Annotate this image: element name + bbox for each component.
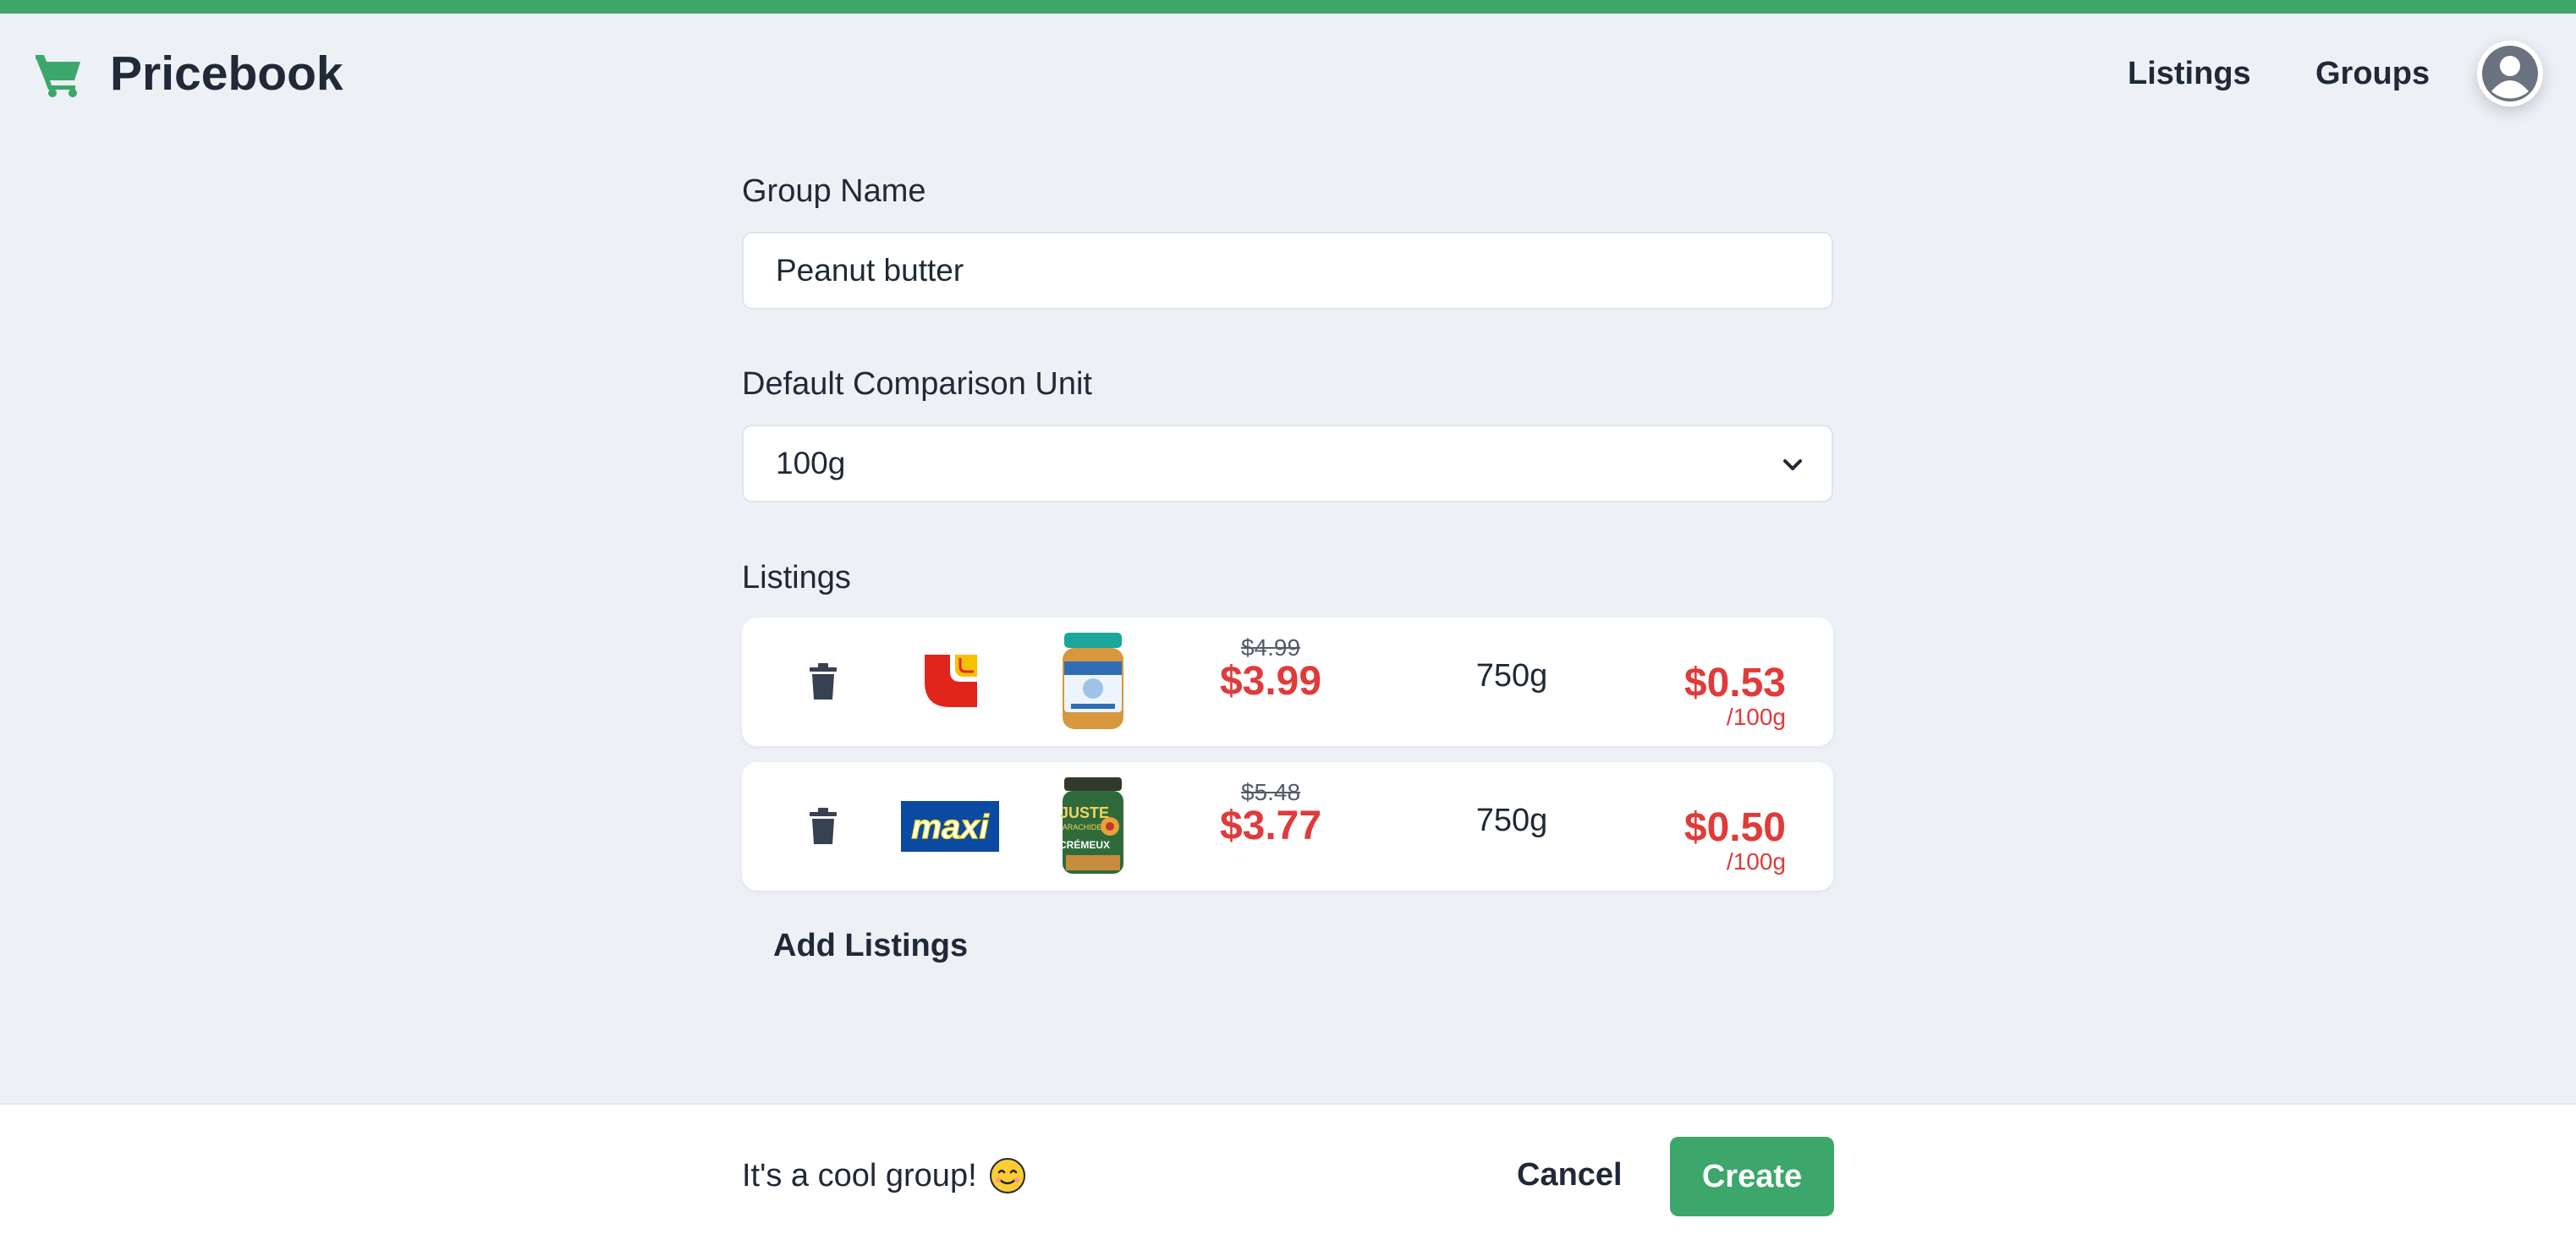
- maxi-logo-text: maxi: [911, 809, 989, 846]
- product-label-text: ARACHIDES: [1063, 823, 1107, 831]
- smiling-face-icon: [989, 1158, 1025, 1193]
- listing-size: 750g: [1475, 803, 1548, 838]
- product-label-text: CRÉMEUX: [1059, 838, 1110, 851]
- trash-icon[interactable]: [808, 663, 838, 700]
- cancel-button[interactable]: Cancel: [1517, 1157, 1623, 1193]
- trash-icon[interactable]: [808, 808, 838, 845]
- group-name-input[interactable]: Peanut butter: [742, 232, 1833, 310]
- comparison-unit-label: Default Comparison Unit: [742, 366, 1092, 402]
- user-avatar-button[interactable]: [2477, 41, 2543, 107]
- footer-message: It's a cool group!: [742, 1157, 1026, 1194]
- app-title: Pricebook: [110, 47, 343, 101]
- listing-unit-label: /100g: [1726, 704, 1786, 730]
- comparison-unit-value: 100g: [776, 446, 846, 480]
- listing-unit-price: $0.53: [1683, 661, 1786, 705]
- listing-size: 750g: [1475, 658, 1548, 694]
- user-avatar-icon: [2482, 46, 2538, 102]
- create-button[interactable]: Create: [1670, 1137, 1834, 1216]
- nav-listings-link[interactable]: Listings: [2128, 44, 2251, 103]
- group-name-label: Group Name: [742, 173, 926, 209]
- add-listings-button[interactable]: Add Listings: [773, 928, 968, 964]
- peanut-butter-jar-image: [1063, 633, 1123, 729]
- brand[interactable]: Pricebook: [34, 44, 343, 103]
- shopping-cart-icon: [36, 55, 80, 97]
- listing-sale-price: $3.99: [1219, 659, 1322, 704]
- comparison-unit-select[interactable]: 100g: [742, 425, 1833, 502]
- peanut-butter-jar-image: JUSTE ARACHIDES CRÉMEUX: [1059, 777, 1123, 874]
- listings-label: Listings: [742, 560, 851, 595]
- footer-message-text: It's a cool group!: [742, 1157, 977, 1193]
- product-label-text: JUSTE: [1060, 804, 1109, 821]
- listing-card: $4.99 $3.99 750g $0.53 /100g: [742, 617, 1833, 746]
- footer-bar: It's a cool group! Cancel Create: [0, 1103, 2576, 1251]
- maxi-store-logo: maxi: [901, 801, 999, 852]
- listing-sale-price: $3.77: [1219, 804, 1322, 848]
- group-name-value: Peanut butter: [776, 253, 964, 288]
- chevron-down-icon: [1783, 459, 1802, 470]
- metro-store-logo: [925, 655, 977, 707]
- listing-unit-price: $0.50: [1683, 805, 1786, 850]
- listing-unit-label: /100g: [1726, 848, 1786, 875]
- top-accent-bar: [0, 0, 2576, 14]
- nav-groups-link[interactable]: Groups: [2315, 44, 2430, 103]
- listing-card: maxi JUSTE ARACHIDES CRÉMEUX $5.48 $3.77…: [742, 762, 1833, 891]
